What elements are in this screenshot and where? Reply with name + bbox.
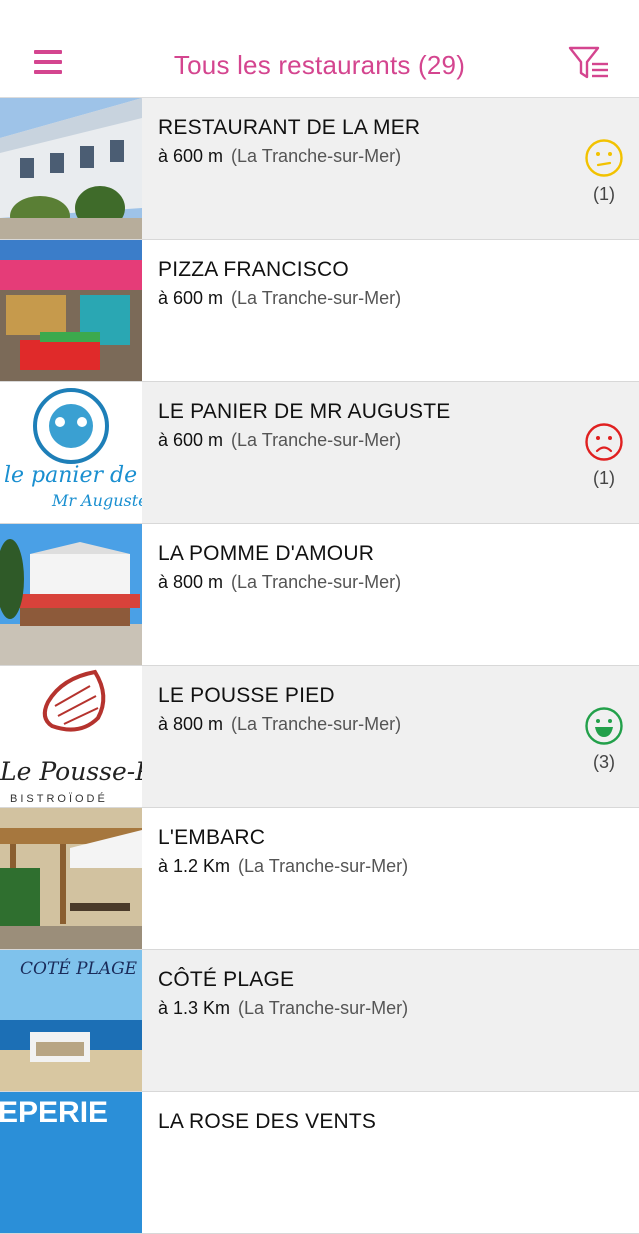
happy-face-icon: [584, 706, 624, 746]
restaurant-location: à 600 m (La Tranche-sur-Mer): [158, 146, 401, 167]
restaurant-town: (La Tranche-sur-Mer): [231, 146, 402, 166]
page-title: Tous les restaurants (29): [173, 50, 466, 80]
restaurant-row[interactable]: Le Pousse-Pied BISTROÏODÉ LE POUSSE PIED…: [0, 666, 639, 808]
restaurant-name: LA ROSE DES VENTS: [158, 1110, 377, 1133]
restaurant-distance: à 600 m: [158, 430, 224, 450]
restaurant-town: (La Tranche-sur-Mer): [238, 998, 409, 1018]
restaurant-row[interactable]: LA POMME D'AMOUR à 800 m (La Tranche-sur-…: [0, 524, 639, 666]
restaurant-location: à 800 m (La Tranche-sur-Mer): [158, 714, 401, 735]
restaurant-distance: à 600 m: [158, 146, 224, 166]
svg-text:Le Pousse-Pied: Le Pousse-Pied: [0, 757, 142, 786]
restaurant-row[interactable]: le panier de Mr Auguste LE PANIER DE MR …: [0, 382, 639, 524]
rating-count: (1): [593, 184, 615, 204]
restaurant-distance: à 1.3 Km: [158, 998, 231, 1018]
app-header: Tous les restaurants (29): [0, 0, 639, 98]
restaurant-photo: [0, 524, 142, 665]
restaurant-name: PIZZA FRANCISCO: [158, 258, 349, 281]
restaurant-row[interactable]: L'EMBARC à 1.2 Km (La Tranche-sur-Mer): [0, 808, 639, 950]
restaurant-location: à 1.2 Km (La Tranche-sur-Mer): [158, 856, 408, 877]
restaurant-distance: à 800 m: [158, 714, 224, 734]
restaurant-town: (La Tranche-sur-Mer): [231, 714, 402, 734]
restaurant-row[interactable]: RESTAURANT DE LA MER à 600 m (La Tranche-…: [0, 98, 639, 240]
svg-text:le panier de: le panier de: [4, 463, 137, 488]
restaurant-location: à 1.3 Km (La Tranche-sur-Mer): [158, 998, 408, 1019]
restaurant-name: RESTAURANT DE LA MER: [158, 116, 421, 139]
rating-count: (3): [593, 752, 615, 772]
restaurant-photo: [0, 240, 142, 381]
restaurant-distance: à 600 m: [158, 288, 224, 308]
restaurant-location: à 800 m (La Tranche-sur-Mer): [158, 572, 401, 593]
restaurant-name: LA POMME D'AMOUR: [158, 542, 375, 565]
restaurant-name: LE PANIER DE MR AUGUSTE: [158, 400, 451, 423]
restaurant-distance: à 800 m: [158, 572, 224, 592]
restaurant-distance: à 1.2 Km: [158, 856, 231, 876]
restaurant-location: à 600 m (La Tranche-sur-Mer): [158, 430, 401, 451]
restaurant-town: (La Tranche-sur-Mer): [238, 856, 409, 876]
rating-count: (1): [593, 468, 615, 488]
restaurant-photo: EPERIE: [0, 1092, 142, 1233]
sad-face-icon: [584, 422, 624, 462]
svg-text:COTÉ PLAGE: COTÉ PLAGE: [20, 958, 138, 979]
restaurant-photo: [0, 808, 142, 949]
restaurant-name: LE POUSSE PIED: [158, 684, 335, 707]
restaurant-town: (La Tranche-sur-Mer): [231, 288, 402, 308]
restaurant-name: L'EMBARC: [158, 826, 266, 849]
restaurant-name: CÔTÉ PLAGE: [158, 968, 295, 991]
restaurant-row[interactable]: EPERIE LA ROSE DES VENTS: [0, 1092, 639, 1234]
restaurant-town: (La Tranche-sur-Mer): [231, 430, 402, 450]
filter-icon[interactable]: [568, 44, 610, 82]
restaurant-logo: le panier de Mr Auguste: [0, 382, 142, 523]
restaurant-row[interactable]: PIZZA FRANCISCO à 600 m (La Tranche-sur-M…: [0, 240, 639, 382]
restaurant-location: à 600 m (La Tranche-sur-Mer): [158, 288, 401, 309]
neutral-face-icon: [584, 138, 624, 178]
restaurant-town: (La Tranche-sur-Mer): [231, 572, 402, 592]
restaurant-photo: [0, 98, 142, 239]
restaurant-photo: COTÉ PLAGE: [0, 950, 142, 1091]
restaurant-row[interactable]: COTÉ PLAGE CÔTÉ PLAGE à 1.3 Km (La Tranch…: [0, 950, 639, 1092]
restaurant-list: RESTAURANT DE LA MER à 600 m (La Tranche-…: [0, 98, 639, 1234]
svg-text:BISTROÏODÉ: BISTROÏODÉ: [10, 792, 108, 805]
restaurant-logo: Le Pousse-Pied BISTROÏODÉ: [0, 666, 142, 807]
svg-text:Mr Auguste: Mr Auguste: [51, 491, 142, 510]
svg-text:EPERIE: EPERIE: [0, 1096, 108, 1129]
